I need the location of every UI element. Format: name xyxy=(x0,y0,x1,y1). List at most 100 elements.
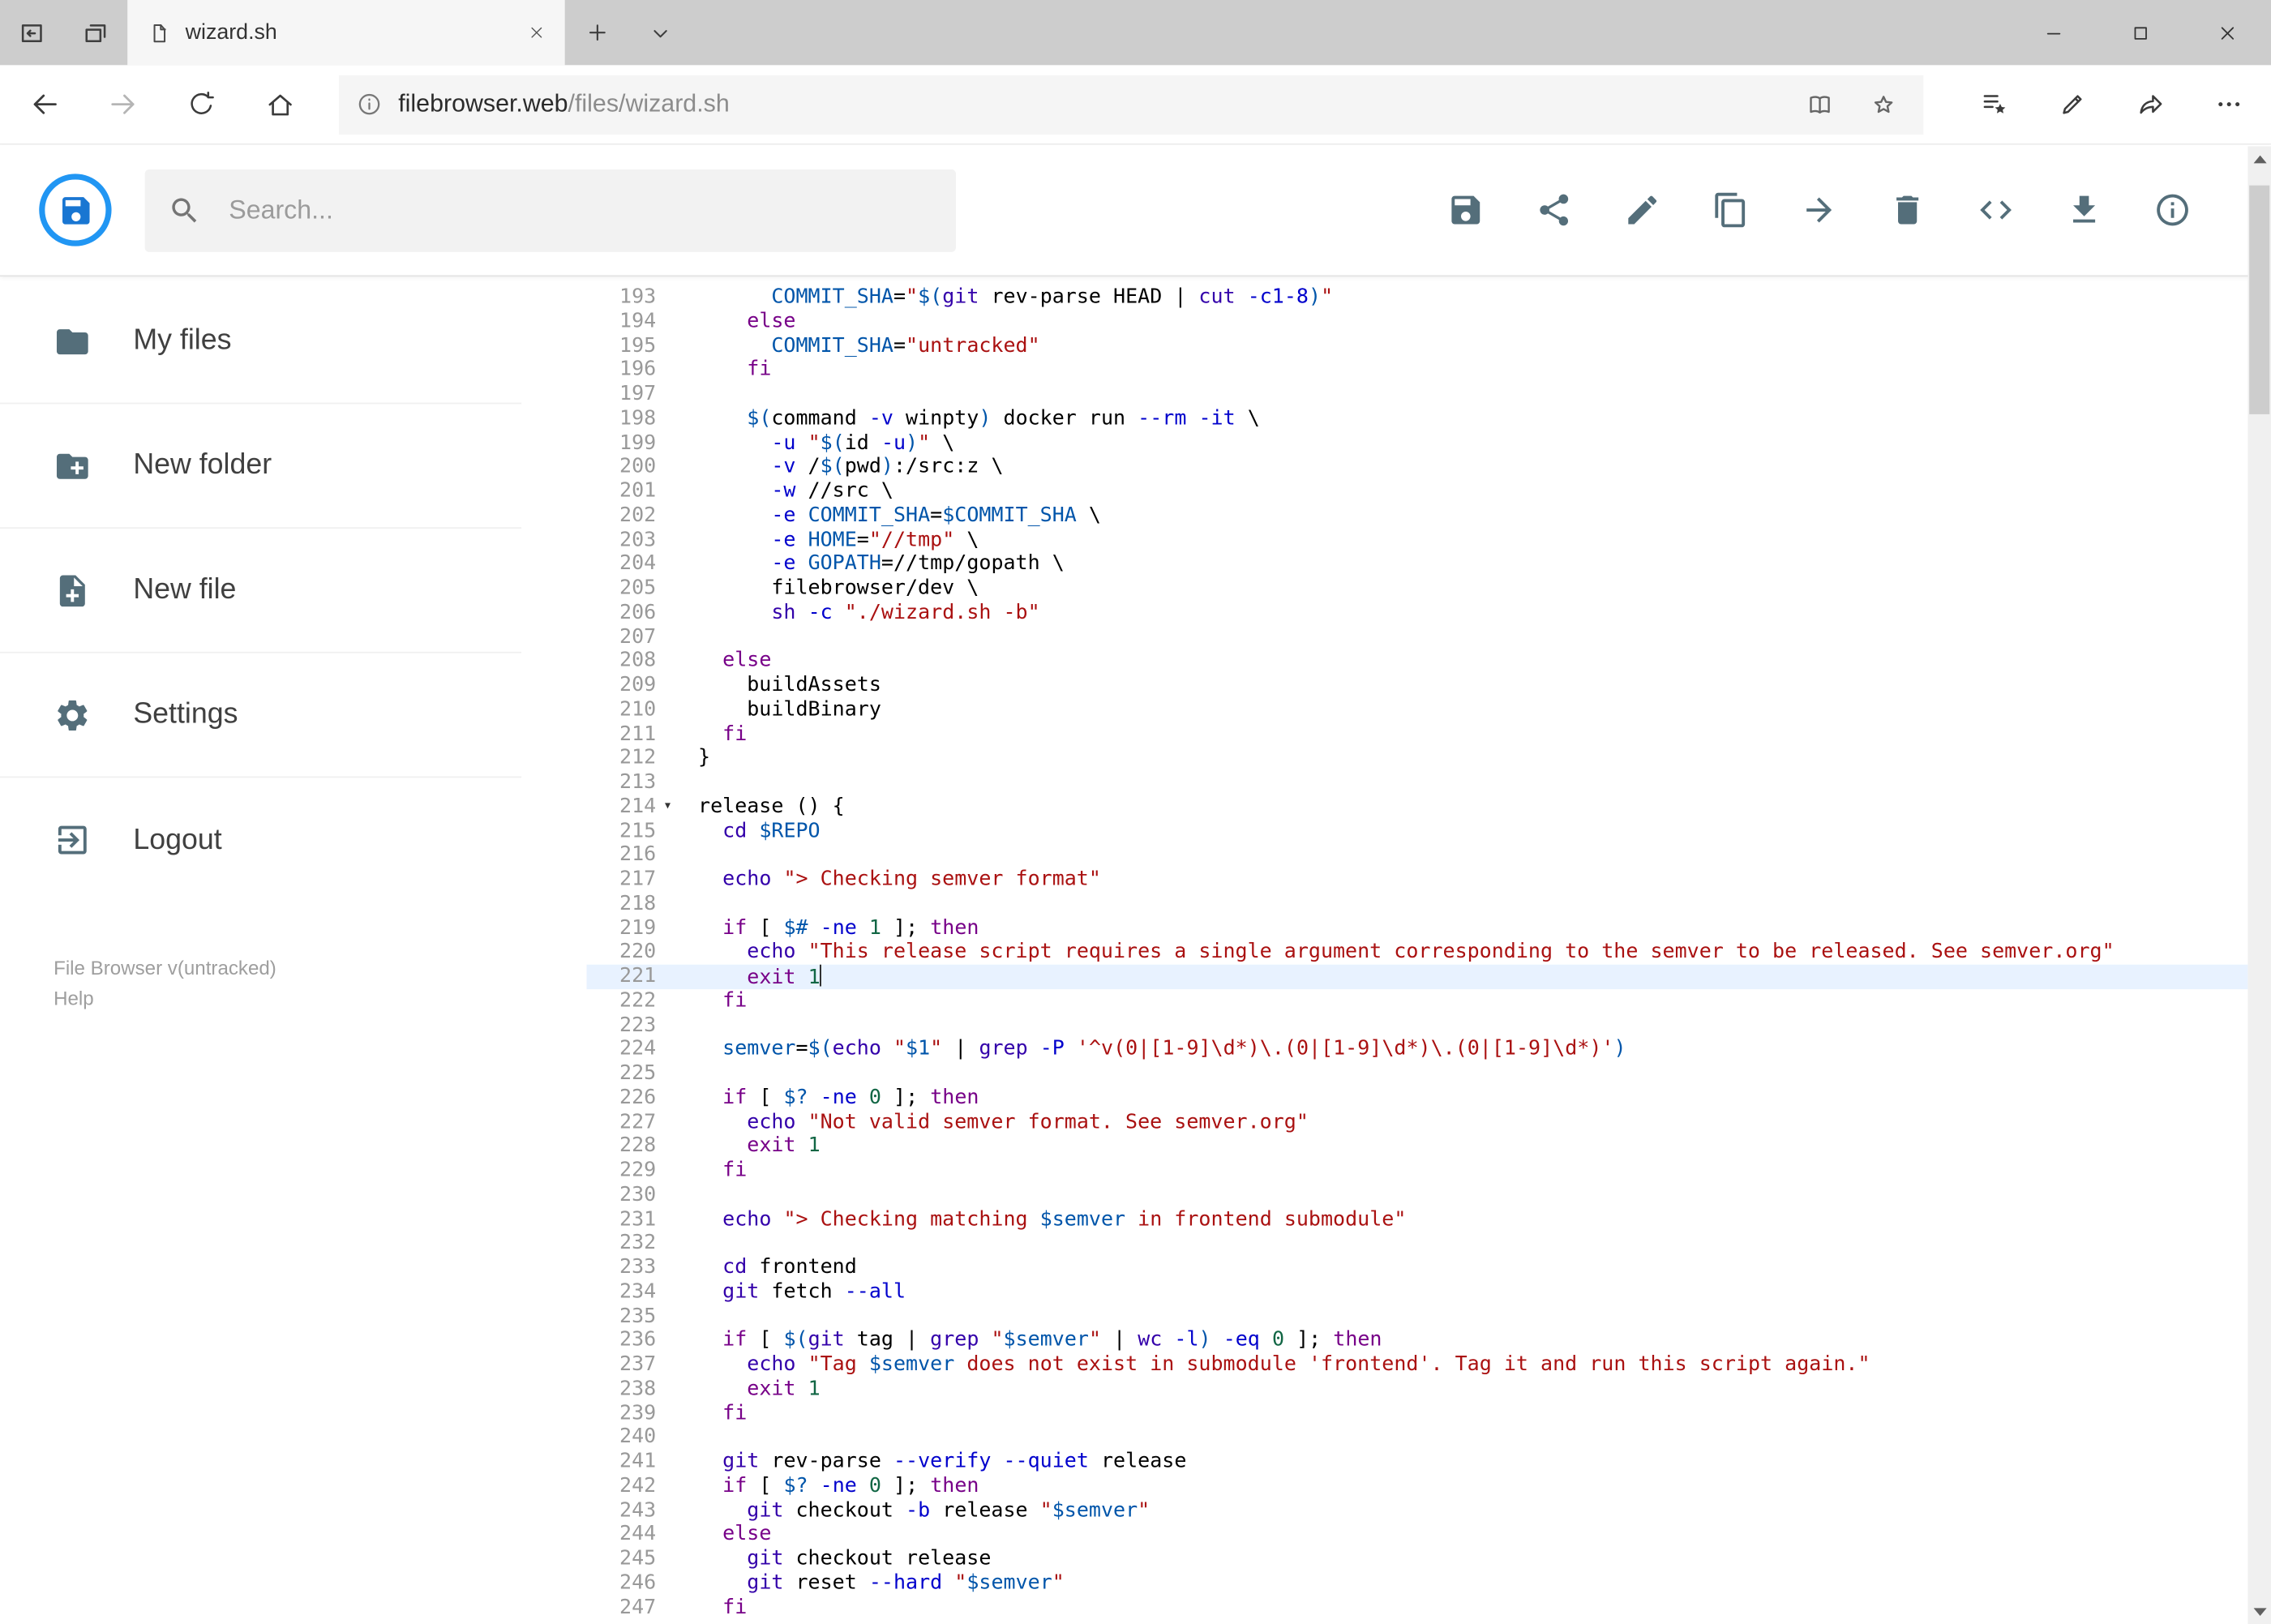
maximize-button[interactable] xyxy=(2097,0,2184,65)
code-line[interactable]: 193 COMMIT_SHA="$(git rev-parse HEAD | c… xyxy=(586,285,2247,310)
code-line[interactable]: 235 xyxy=(586,1305,2247,1329)
forward-button[interactable] xyxy=(84,71,162,138)
code-line[interactable]: 202 -e COMMIT_SHA=$COMMIT_SHA \ xyxy=(586,503,2247,528)
code-line[interactable]: 238 exit 1 xyxy=(586,1377,2247,1401)
code-line[interactable]: 227 echo "Not valid semver format. See s… xyxy=(586,1110,2247,1134)
scroll-up-button[interactable] xyxy=(2247,146,2271,172)
save-button[interactable] xyxy=(1447,191,1485,229)
code-line[interactable]: 199 -u "$(id -u)" \ xyxy=(586,431,2247,455)
scroll-down-button[interactable] xyxy=(2247,1598,2271,1624)
code-line[interactable]: 247 fi xyxy=(586,1596,2247,1620)
close-window-button[interactable] xyxy=(2184,0,2271,65)
code-line[interactable]: 200 -v /$(pwd):/src:z \ xyxy=(586,455,2247,479)
code-line[interactable]: 206 sh -c "./wizard.sh -b" xyxy=(586,601,2247,625)
sidebar-item-settings[interactable]: Settings xyxy=(0,653,522,778)
code-line[interactable]: 226 if [ $? -ne 0 ]; then xyxy=(586,1086,2247,1110)
info-button[interactable] xyxy=(2153,191,2191,229)
code-line[interactable]: 207 xyxy=(586,625,2247,649)
code-line[interactable]: 234 git fetch --all xyxy=(586,1280,2247,1305)
code-line[interactable]: 216 xyxy=(586,843,2247,868)
code-line[interactable]: 244 else xyxy=(586,1523,2247,1547)
code-line[interactable]: 196 fi xyxy=(586,358,2247,383)
tab-previews-toggle[interactable] xyxy=(628,0,692,65)
code-line[interactable]: 221 exit 1 xyxy=(586,964,2248,989)
app-logo[interactable] xyxy=(39,174,112,246)
code-editor[interactable]: 193 COMMIT_SHA="$(git rev-parse HEAD | c… xyxy=(586,275,2248,1623)
back-button[interactable] xyxy=(6,71,84,138)
web-note-button[interactable] xyxy=(2033,71,2111,138)
code-line[interactable]: 239 fi xyxy=(586,1401,2247,1425)
copy-button[interactable] xyxy=(1712,191,1749,229)
code-line[interactable]: 214 ▾ release () { xyxy=(586,795,2247,819)
code-line[interactable]: 215 cd $REPO xyxy=(586,819,2247,843)
code-line[interactable]: 232 xyxy=(586,1232,2247,1256)
sidebar-item-my-files[interactable]: My files xyxy=(0,280,522,405)
minimize-button[interactable] xyxy=(2010,0,2097,65)
code-line[interactable]: 237 echo "Tag $semver does not exist in … xyxy=(586,1352,2247,1377)
code-line[interactable]: 198 $(command -v winpty) docker run --rm… xyxy=(586,407,2247,431)
new-tab-button[interactable] xyxy=(565,0,629,65)
code-line[interactable]: 242 if [ $? -ne 0 ]; then xyxy=(586,1474,2247,1498)
code-line[interactable]: 246 git reset --hard "$semver" xyxy=(586,1571,2247,1596)
code-line[interactable]: 219 if [ $# -ne 1 ]; then xyxy=(586,916,2247,941)
code-line[interactable]: 217 echo "> Checking semver format" xyxy=(586,868,2247,892)
code-line[interactable]: 245 git checkout release xyxy=(586,1547,2247,1571)
code-line[interactable]: 241 git rev-parse --verify --quiet relea… xyxy=(586,1450,2247,1474)
code-line[interactable]: 212} xyxy=(586,746,2247,770)
share-button[interactable] xyxy=(1536,191,1573,229)
code-line[interactable]: 209 buildAssets xyxy=(586,674,2247,698)
tabs-preview-button[interactable] xyxy=(64,0,128,65)
more-button[interactable] xyxy=(2190,71,2268,138)
download-button[interactable] xyxy=(2065,191,2102,229)
code-line[interactable]: 225 xyxy=(586,1061,2247,1086)
code-line[interactable]: 236 if [ $(git tag | grep "$semver" | wc… xyxy=(586,1329,2247,1353)
reading-view-button[interactable] xyxy=(1787,75,1851,133)
code-line[interactable]: 213 xyxy=(586,770,2247,795)
sidebar-item-new-folder[interactable]: New folder xyxy=(0,404,522,529)
favorite-button[interactable] xyxy=(1851,75,1915,133)
code-line[interactable]: 233 cd frontend xyxy=(586,1256,2247,1280)
address-bar[interactable]: filebrowser.web/files/wizard.sh xyxy=(339,74,1924,135)
refresh-button[interactable] xyxy=(162,71,240,138)
code-line[interactable]: 230 xyxy=(586,1183,2247,1207)
fold-marker-icon[interactable]: ▾ xyxy=(656,795,679,819)
code-line[interactable]: 197 xyxy=(586,383,2247,407)
code-line[interactable]: 208 else xyxy=(586,649,2247,674)
code-line[interactable]: 231 echo "> Checking matching $semver in… xyxy=(586,1207,2247,1232)
set-tabs-aside-button[interactable] xyxy=(0,0,64,65)
search-box[interactable] xyxy=(144,169,956,251)
code-line[interactable]: 223 xyxy=(586,1013,2247,1038)
code-line[interactable]: 220 echo "This release script requires a… xyxy=(586,941,2247,965)
rename-button[interactable] xyxy=(1624,191,1661,229)
help-link[interactable]: Help xyxy=(54,983,586,1014)
home-button[interactable] xyxy=(241,71,319,138)
code-line[interactable]: 243 git checkout -b release "$semver" xyxy=(586,1498,2247,1523)
code-line[interactable]: 222 fi xyxy=(586,989,2247,1013)
code-line[interactable]: 203 -e HOME="//tmp" \ xyxy=(586,528,2247,552)
tab-close-button[interactable] xyxy=(523,19,551,46)
code-line[interactable]: 205 filebrowser/dev \ xyxy=(586,576,2247,601)
code-line[interactable]: 229 fi xyxy=(586,1159,2247,1183)
code-line[interactable]: 228 exit 1 xyxy=(586,1134,2247,1159)
code-line[interactable]: 218 xyxy=(586,892,2247,916)
sidebar-item-new-file[interactable]: New file xyxy=(0,529,522,653)
page-scrollbar[interactable] xyxy=(2247,146,2271,1624)
code-line[interactable]: 204 -e GOPATH=//tmp/gopath \ xyxy=(586,552,2247,576)
code-line[interactable]: 195 COMMIT_SHA="untracked" xyxy=(586,334,2247,358)
code-line[interactable]: 201 -w //src \ xyxy=(586,479,2247,503)
delete-button[interactable] xyxy=(1888,191,1926,229)
search-input[interactable] xyxy=(225,193,933,227)
code-line[interactable]: 240 xyxy=(586,1425,2247,1450)
browser-tab[interactable]: wizard.sh xyxy=(127,0,565,66)
code-line[interactable]: 211 fi xyxy=(586,722,2247,747)
switch-editor-button[interactable] xyxy=(1977,191,2014,229)
scrollbar-thumb[interactable] xyxy=(2249,185,2270,414)
site-info-icon[interactable] xyxy=(356,92,382,118)
code-line[interactable]: 210 buildBinary xyxy=(586,698,2247,722)
move-button[interactable] xyxy=(1800,191,1837,229)
share-button[interactable] xyxy=(2112,71,2190,138)
code-line[interactable]: 224 semver=$(echo "$1" | grep -P '^v(0|[… xyxy=(586,1037,2247,1061)
hub-button[interactable] xyxy=(1956,71,2033,138)
code-line[interactable]: 194 else xyxy=(586,310,2247,334)
sidebar-item-logout[interactable]: Logout xyxy=(0,778,521,902)
